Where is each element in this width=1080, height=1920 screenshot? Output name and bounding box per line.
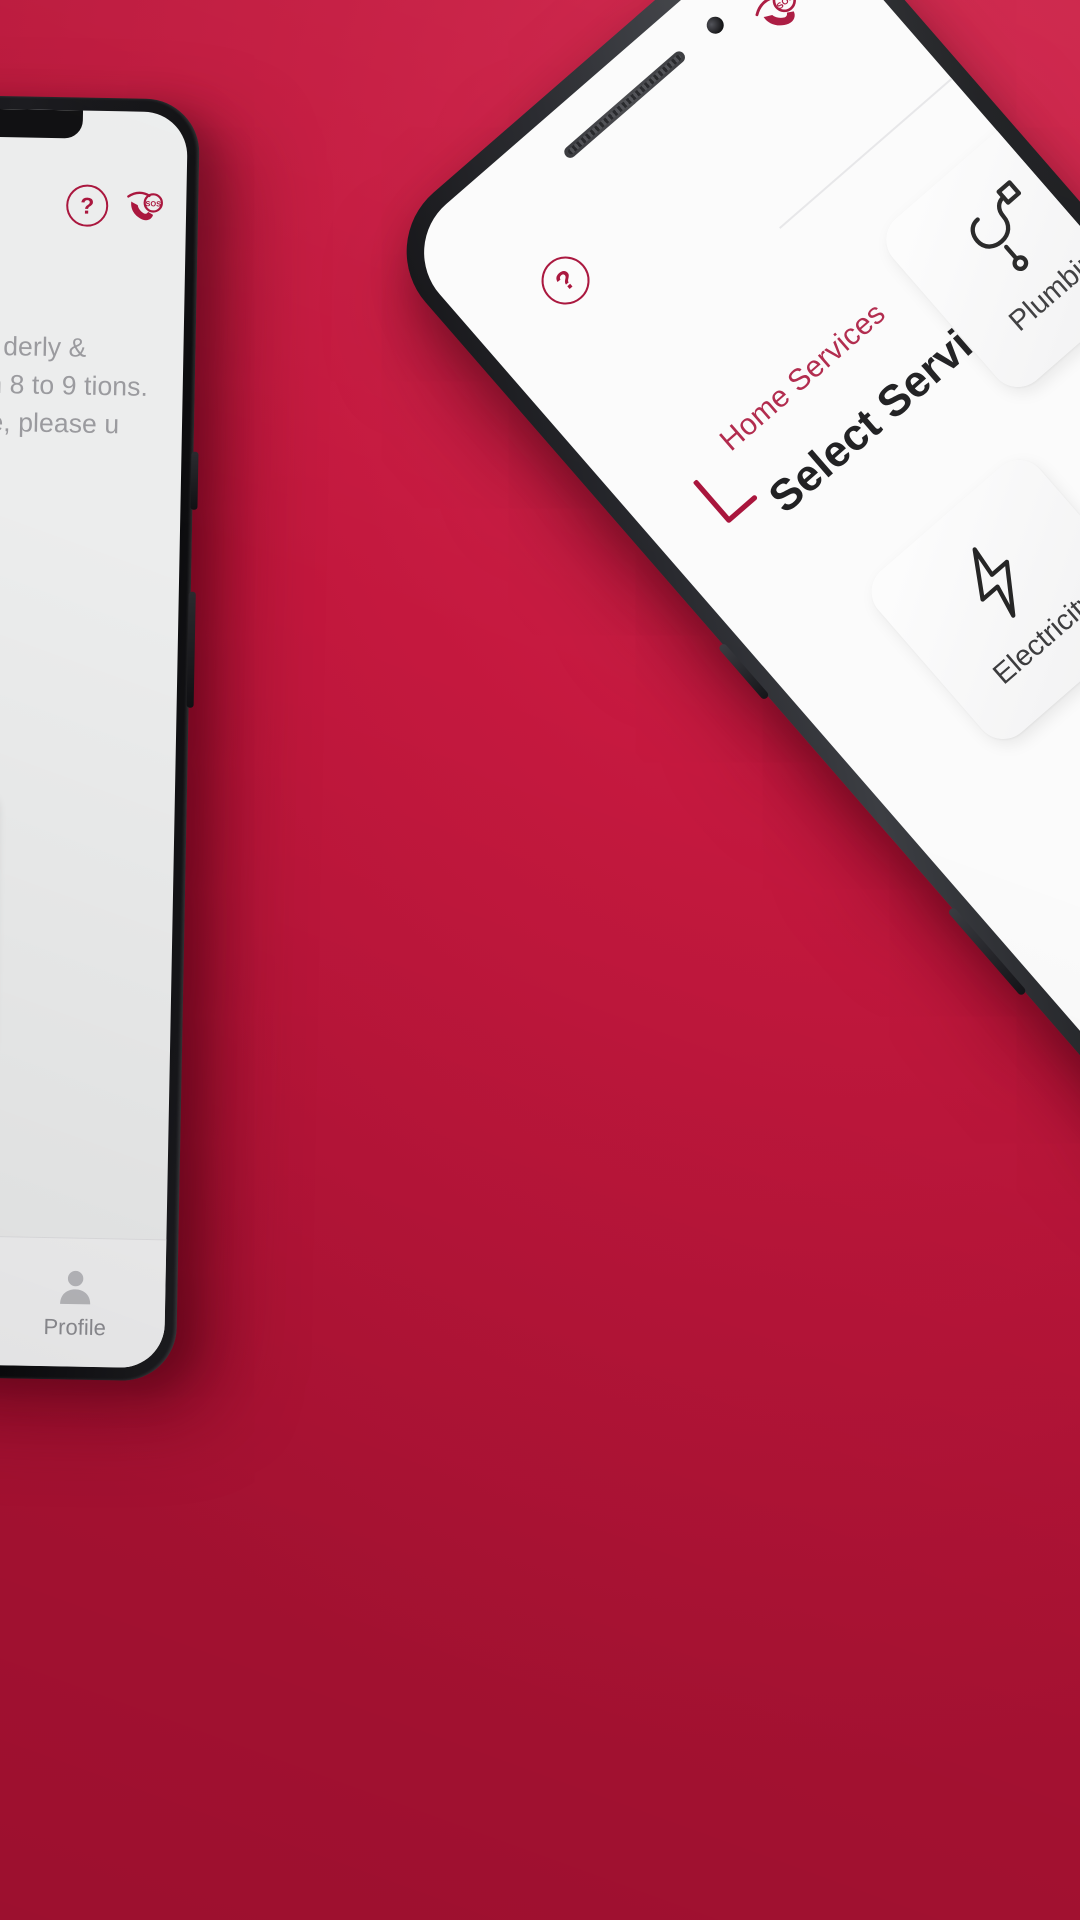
left-phone-power-button bbox=[190, 451, 199, 510]
tab-profile[interactable]: Profile bbox=[0, 1263, 166, 1341]
sos-phone-icon[interactable]: SOS bbox=[746, 0, 812, 44]
left-phone-notch bbox=[0, 107, 84, 139]
service-tile-electricity[interactable]: Electricity bbox=[860, 448, 1080, 751]
bottom-tab-bar: art 1 Profile bbox=[0, 1232, 167, 1369]
svg-text:SOS: SOS bbox=[145, 199, 161, 208]
announcement-text: hour and a half derly & immun ers from 8… bbox=[0, 328, 149, 440]
help-icon[interactable]: ? bbox=[531, 246, 600, 315]
help-icon[interactable]: ? bbox=[65, 184, 109, 228]
back-arrow-icon[interactable] bbox=[690, 456, 761, 529]
sos-phone-icon[interactable]: SOS bbox=[124, 187, 165, 226]
front-camera bbox=[703, 13, 728, 38]
left-phone-screen: ? SOS hour and a half derly & immun ers … bbox=[0, 105, 189, 1369]
person-icon bbox=[54, 1265, 97, 1308]
left-topbar: ? SOS bbox=[65, 184, 165, 228]
left-phone-mockup: ? SOS hour and a half derly & immun ers … bbox=[0, 92, 201, 1382]
tab-profile-label: Profile bbox=[43, 1313, 107, 1340]
